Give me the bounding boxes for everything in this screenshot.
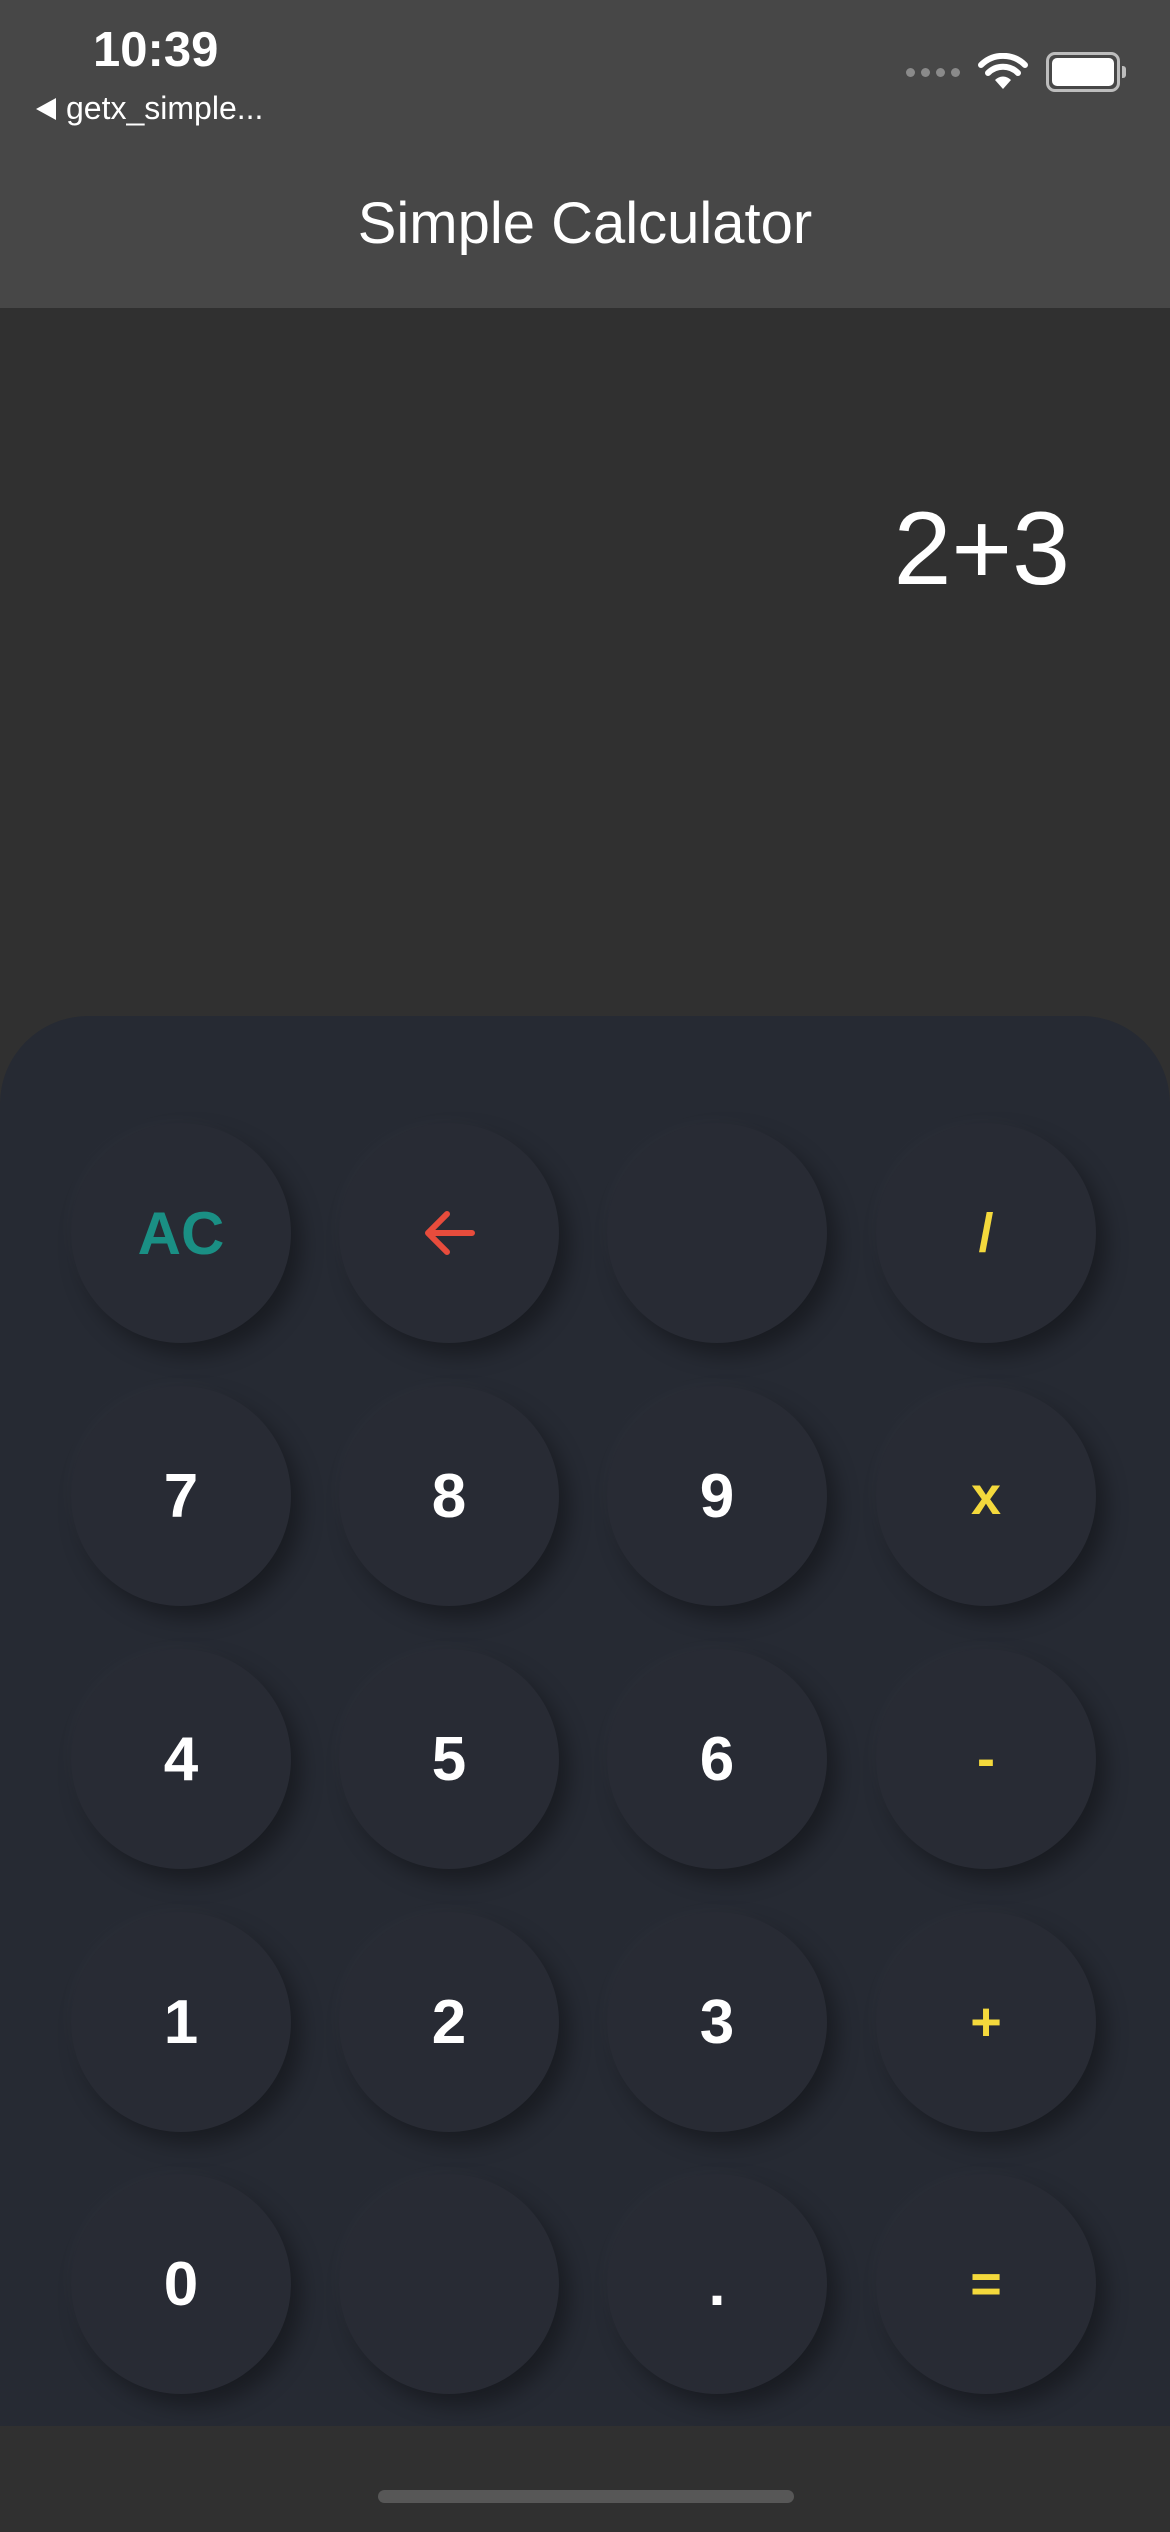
digit-0-label: 0	[163, 2249, 199, 2319]
battery-icon	[1046, 52, 1126, 92]
back-triangle-icon	[36, 97, 56, 120]
digit-8-label: 8	[431, 1461, 467, 1531]
bottom-safe-area	[0, 2426, 1170, 2532]
clear-button[interactable]: AC	[71, 1123, 291, 1343]
digit-1-label: 1	[163, 1987, 199, 2057]
clear-label: AC	[137, 1199, 225, 1267]
divide-button[interactable]: /	[876, 1123, 1096, 1343]
digit-2-button[interactable]: 2	[339, 1912, 559, 2132]
digit-6-label: 6	[699, 1724, 735, 1794]
status-time: 10:39	[93, 23, 219, 77]
keypad: AC / 7 8 9 x 4 5 6 - 1 2 3 +0. =	[0, 1016, 1170, 2426]
wifi-icon	[978, 53, 1028, 89]
status-indicators	[906, 52, 1126, 92]
digit-7-label: 7	[163, 1461, 199, 1531]
equals-label: =	[970, 2254, 1002, 2314]
divide-label: /	[978, 1203, 994, 1263]
empty-button-2[interactable]	[339, 2174, 559, 2394]
multiply-label: x	[970, 1466, 1002, 1526]
expression-text: 2+3	[893, 491, 1070, 607]
back-app-label: getx_simple...	[66, 90, 264, 126]
digit-4-button[interactable]: 4	[71, 1649, 291, 1869]
cellular-signal-icon	[906, 67, 960, 77]
digit-5-label: 5	[431, 1724, 467, 1794]
subtract-button[interactable]: -	[876, 1649, 1096, 1869]
arrow-left-icon	[425, 1211, 475, 1255]
digit-7-button[interactable]: 7	[71, 1386, 291, 1606]
page-title: Simple Calculator	[357, 191, 813, 256]
digit-8-button[interactable]: 8	[339, 1386, 559, 1606]
decimal-label: .	[708, 2249, 726, 2319]
digit-0-button[interactable]: 0	[71, 2174, 291, 2394]
home-indicator[interactable]	[378, 2490, 794, 2503]
digit-3-label: 3	[699, 1987, 735, 2057]
digit-4-label: 4	[163, 1724, 199, 1794]
app-bar: 10:39 getx_simple... Simple Calculator	[0, 0, 1170, 308]
multiply-button[interactable]: x	[876, 1386, 1096, 1606]
digit-9-button[interactable]: 9	[607, 1386, 827, 1606]
add-label: +	[970, 1992, 1002, 2052]
digit-5-button[interactable]: 5	[339, 1649, 559, 1869]
digit-9-label: 9	[699, 1461, 735, 1531]
add-button[interactable]: +	[876, 1912, 1096, 2132]
calculator-display	[0, 308, 1170, 1018]
equals-button[interactable]: =	[876, 2174, 1096, 2394]
digit-2-label: 2	[431, 1987, 467, 2057]
subtract-label: -	[977, 1729, 995, 1789]
empty-button-1[interactable]	[607, 1123, 827, 1343]
backspace-button[interactable]	[339, 1123, 559, 1343]
decimal-button[interactable]: .	[607, 2174, 827, 2394]
digit-6-button[interactable]: 6	[607, 1649, 827, 1869]
digit-3-button[interactable]: 3	[607, 1912, 827, 2132]
digit-1-button[interactable]: 1	[71, 1912, 291, 2132]
back-to-app-link[interactable]: getx_simple...	[36, 90, 263, 127]
